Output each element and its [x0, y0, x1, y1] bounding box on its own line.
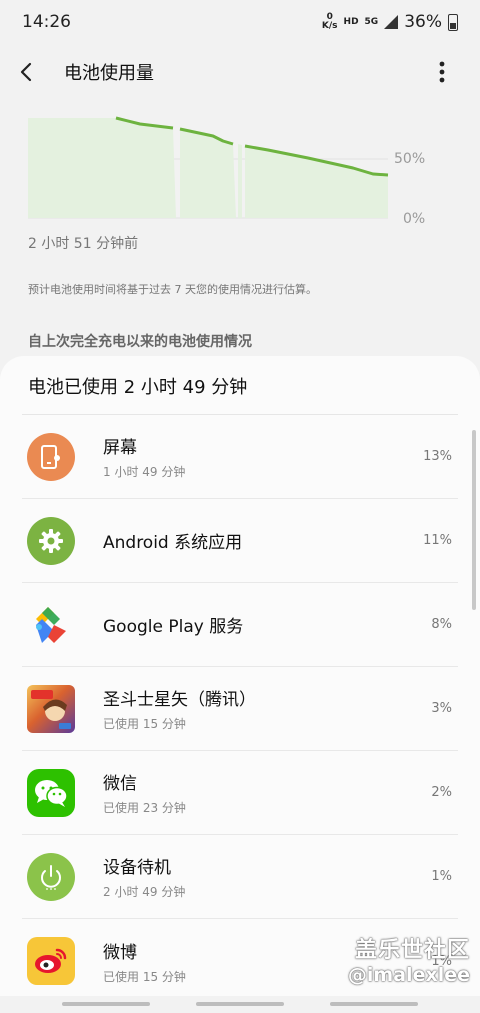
network-speed: 0 K/s [322, 13, 338, 31]
battery-icon [448, 13, 458, 31]
status-icons: 0 K/s HD 5G 36% [322, 12, 458, 32]
app-name: 设备待机 [103, 858, 171, 878]
back-button[interactable] [0, 44, 64, 100]
wechat-icon [27, 768, 75, 817]
watermark: 盖乐世社区 @imalexlee [348, 932, 470, 986]
hd-icon: HD [343, 16, 359, 27]
watermark-handle: @imalexlee [347, 964, 470, 986]
navigation-bar [0, 996, 480, 1013]
app-percentage: 13% [423, 449, 452, 464]
screen-icon [27, 432, 75, 481]
app-percentage: 3% [431, 701, 452, 716]
chart-label-50: 50% [394, 151, 426, 167]
app-usage-time: 已使用 23 分钟 [103, 801, 186, 815]
section-title: 自上次完全充电以来的电池使用情况 [28, 334, 252, 350]
app-usage-time: 2 小时 49 分钟 [103, 885, 186, 899]
app-percentage: 8% [431, 617, 452, 632]
signal-icon [384, 15, 399, 29]
battery-usage-chart: 50% 0% [28, 114, 468, 227]
nav-recents-handle[interactable] [62, 1002, 150, 1006]
app-name: 屏幕 [103, 438, 137, 458]
weibo-icon [27, 937, 75, 985]
battery-percentage: 36% [404, 12, 442, 32]
more-options-button[interactable] [418, 44, 466, 100]
app-usage-time: 已使用 15 分钟 [103, 717, 186, 731]
google-play-services-icon [27, 601, 75, 649]
nav-back-handle[interactable] [330, 1002, 418, 1006]
app-name: 微信 [103, 774, 137, 794]
network-speed-unit: K/s [321, 21, 338, 31]
page-title: 电池使用量 [64, 63, 154, 84]
5g-icon: 5G [364, 16, 379, 27]
back-arrow-icon [20, 62, 32, 82]
power-icon [27, 852, 75, 901]
app-usage-list: 屏幕 1 小时 49 分钟 13% Android 系统应用 11% Googl… [0, 415, 480, 996]
status-time: 14:26 [22, 12, 71, 32]
app-percentage: 1% [431, 869, 452, 884]
app-usage-time: 1 小时 49 分钟 [103, 465, 186, 479]
app-row-screen[interactable]: 屏幕 1 小时 49 分钟 13% [22, 415, 458, 499]
battery-area-fill [28, 118, 176, 218]
battery-area-fill-3 [245, 146, 388, 218]
app-row-google-play-services[interactable]: Google Play 服务 8% [22, 583, 458, 667]
estimate-note: 预计电池使用时间将基于过去 7 天您的使用情况进行估算。 [28, 283, 317, 296]
app-row-saint-seiya[interactable]: 圣斗士星矢（腾讯） 已使用 15 分钟 3% [22, 667, 458, 751]
app-percentage: 11% [423, 533, 452, 548]
app-row-device-standby[interactable]: 设备待机 2 小时 49 分钟 1% [22, 835, 458, 919]
app-row-wechat[interactable]: 微信 已使用 23 分钟 2% [22, 751, 458, 835]
nav-home-handle[interactable] [196, 1002, 284, 1006]
chart-label-0: 0% [403, 211, 426, 227]
app-bar: 电池使用量 [0, 44, 480, 100]
watermark-community: 盖乐世社区 [354, 938, 470, 963]
chart-start-time: 2 小时 51 分钟前 [28, 236, 139, 252]
app-name: Android 系统应用 [103, 533, 243, 553]
battery-used-header: 电池已使用 2 小时 49 分钟 [28, 377, 248, 398]
more-vertical-icon [439, 61, 445, 83]
battery-area-fill-4 [238, 144, 242, 218]
usage-card: 电池已使用 2 小时 49 分钟 屏幕 1 小时 49 分钟 13% Andro… [0, 356, 480, 996]
app-row-android-system[interactable]: Android 系统应用 11% [22, 499, 458, 583]
gear-icon [27, 516, 75, 565]
app-percentage: 2% [431, 785, 452, 800]
status-bar: 14:26 0 K/s HD 5G 36% [0, 0, 480, 44]
app-name: Google Play 服务 [103, 617, 244, 637]
battery-chart-svg [28, 116, 389, 219]
saint-seiya-game-icon [27, 684, 75, 733]
app-name: 圣斗士星矢（腾讯） [103, 690, 256, 710]
